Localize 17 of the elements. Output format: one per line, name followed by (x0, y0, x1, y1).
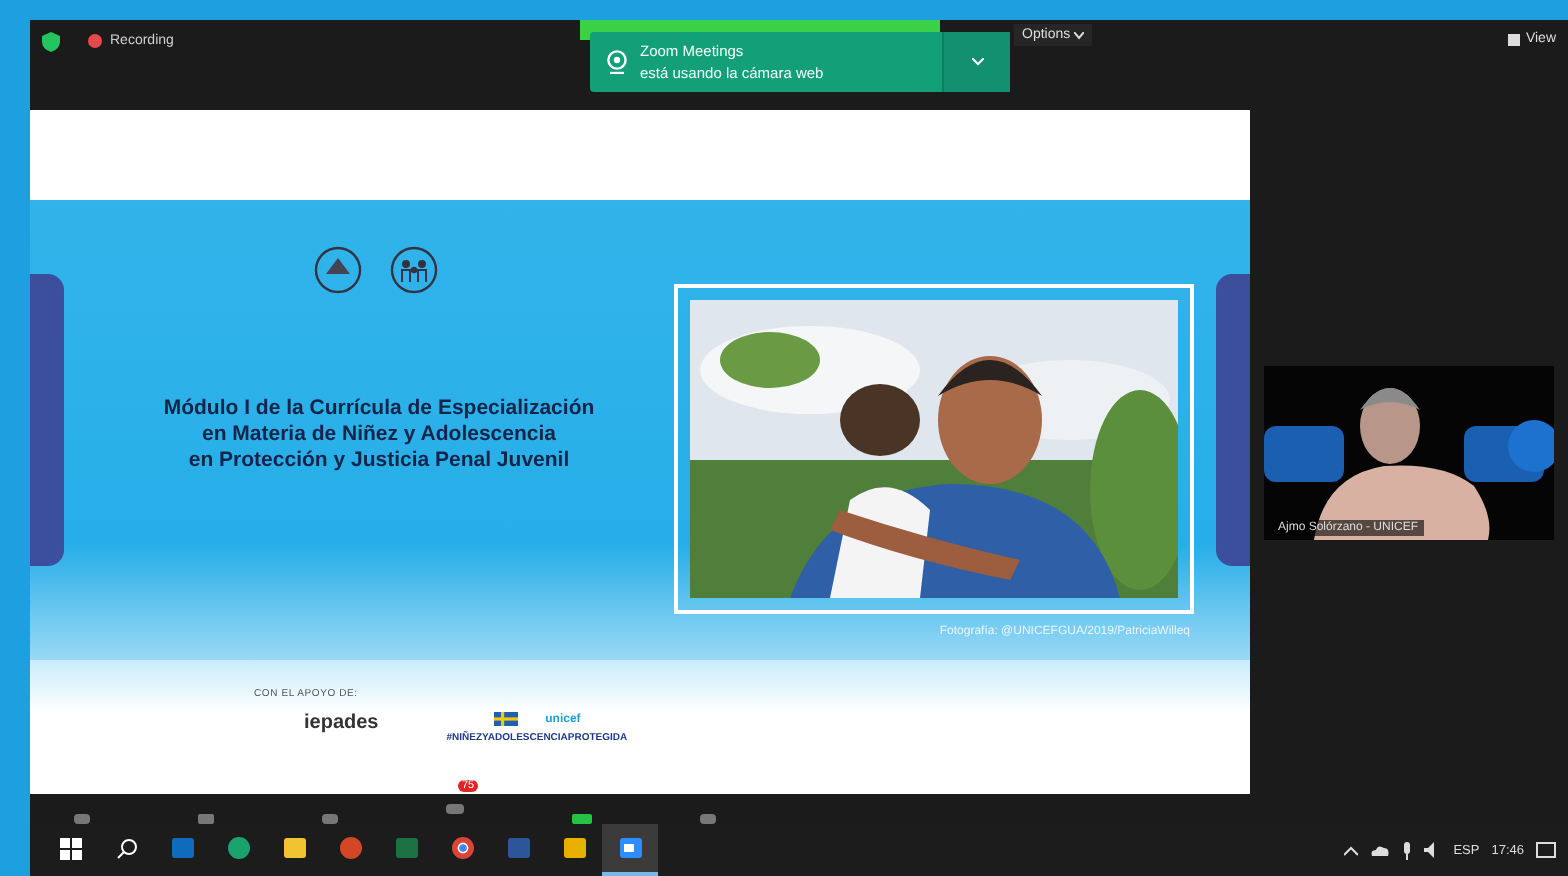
shield-icon (42, 32, 60, 52)
slide-title: Módulo I de la Currícula de Especialización en Materia de Niñez y Adolescencia en Protección y Justicia Penal Juvenil (163, 396, 595, 474)
chevron-icon (971, 58, 983, 66)
iepades-logo: iepades (304, 712, 379, 734)
notifications-icon[interactable] (1536, 841, 1556, 859)
taskbar-app-button[interactable] (602, 824, 658, 876)
family-emblem-icon (387, 244, 439, 296)
emblem-icon (311, 244, 363, 296)
cloud-icon (1369, 844, 1390, 856)
webcam-icon (606, 50, 628, 74)
caret-icon[interactable] (1343, 845, 1358, 855)
windows-logo-icon (59, 837, 81, 859)
search-icon (115, 837, 137, 859)
recording-dot-icon (88, 34, 102, 48)
caret-icon (1074, 31, 1085, 39)
view-icon (1507, 33, 1520, 45)
flag-icon (493, 712, 518, 726)
